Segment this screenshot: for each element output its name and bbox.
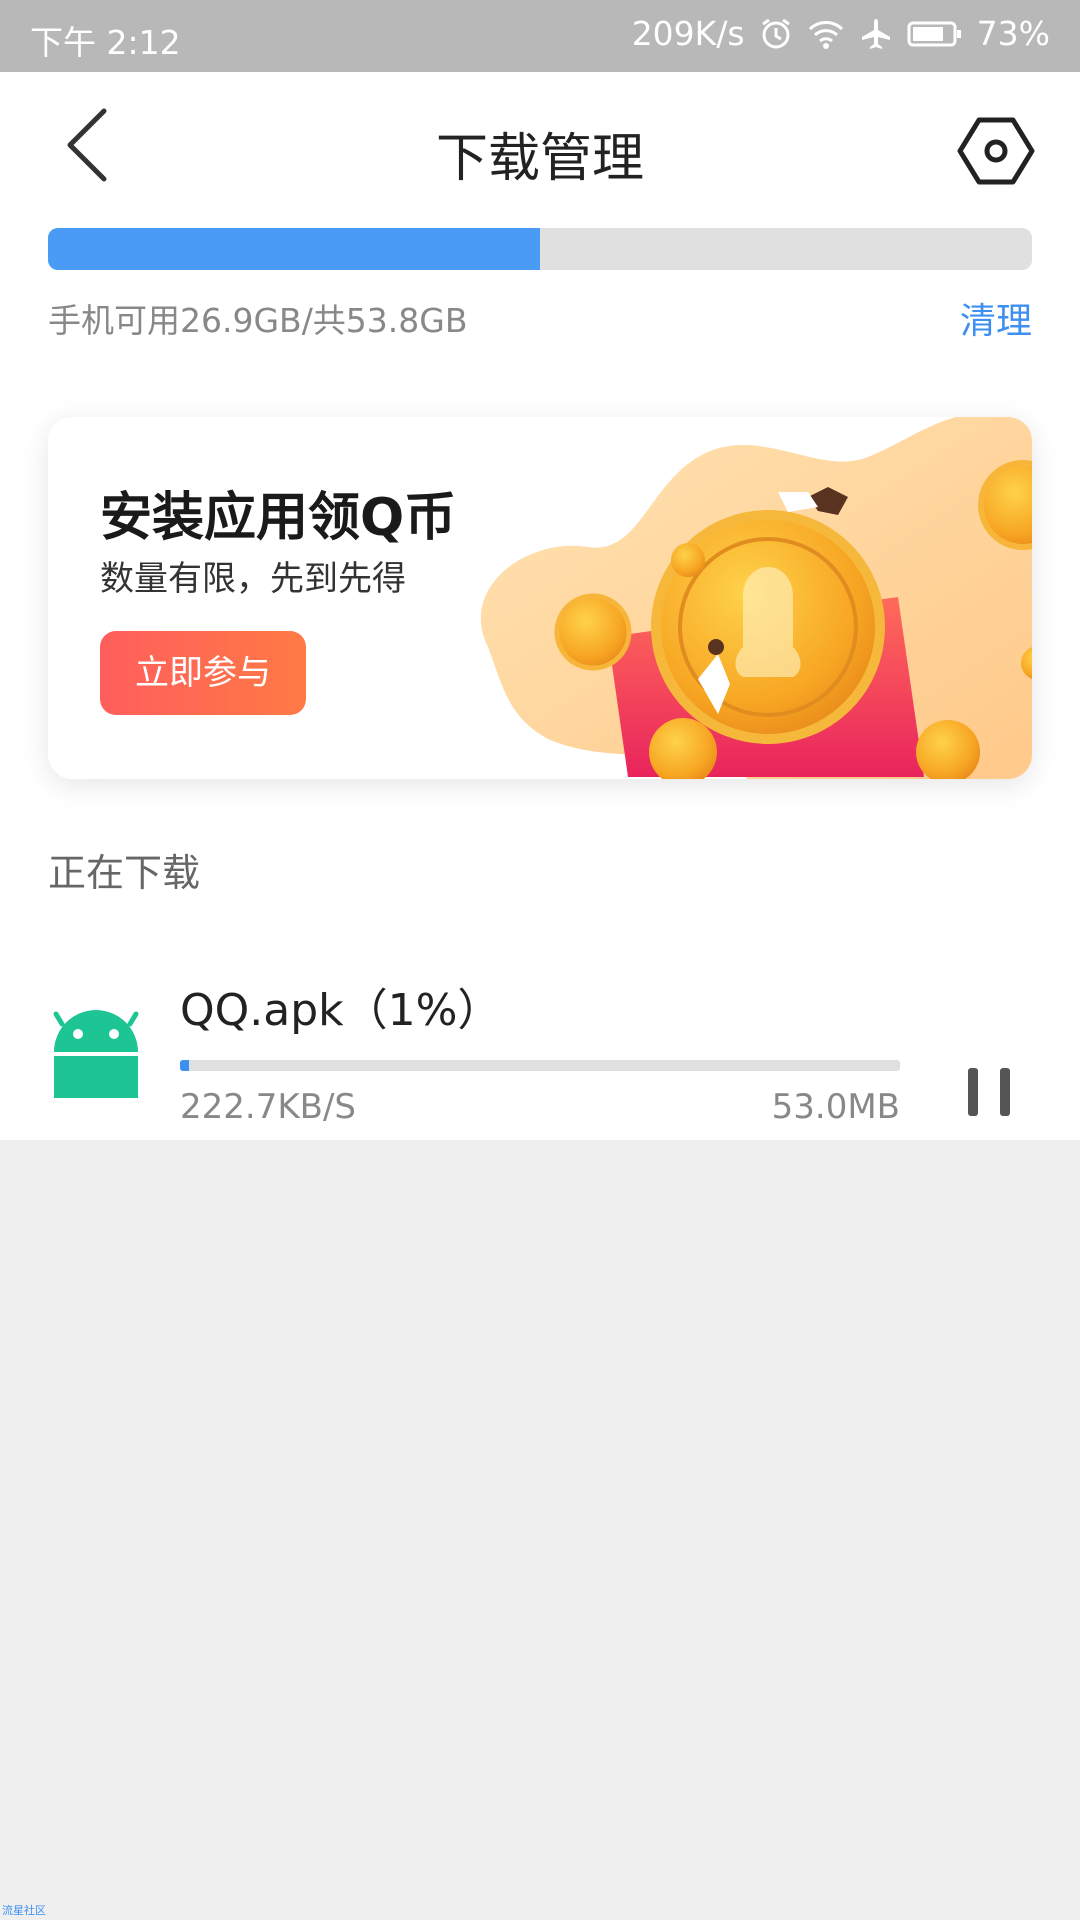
download-progress-bar [180,1060,900,1071]
watermark: 流星社区 [2,1904,46,1917]
banner-title: 安装应用领Q币 [100,488,457,548]
download-size: 53.0MB [771,1087,900,1127]
wifi-icon [807,18,845,50]
battery-percent: 73% [976,14,1050,53]
section-title-downloading: 正在下载 [48,851,201,895]
status-bar: 下午 2:12 209K/s 73% [0,0,1080,72]
battery-icon [907,20,963,48]
join-button[interactable]: 立即参与 [100,631,306,715]
pause-icon-bar-right [1000,1068,1010,1116]
download-speed: 222.7KB/S [180,1087,356,1127]
page-title: 下载管理 [435,129,644,189]
android-icon [53,1010,139,1098]
pause-icon-bar-left [968,1068,978,1116]
storage-bar [48,228,1032,270]
promo-banner[interactable]: 安装应用领Q币 数量有限，先到先得 立即参与 [48,417,1032,779]
download-item[interactable]: QQ.apk（1%） 222.7KB/S 53.0MB [0,952,1080,1127]
download-progress-fill [180,1060,189,1071]
status-right: 209K/s 73% [632,14,1050,53]
storage-text: 手机可用26.9GB/共53.8GB [48,301,468,340]
alarm-icon [759,17,793,51]
main-panel: 下载管理 手机可用26.9GB/共53.8GB 清理 安装应用领Q币 数量有限，… [0,72,1080,1140]
pause-button[interactable] [958,1060,1020,1122]
net-speed: 209K/s [631,14,745,53]
airplane-icon [859,17,893,51]
storage-used-fill [48,228,540,270]
settings-button[interactable] [955,110,1037,192]
banner-illustration [481,417,1032,779]
clean-button[interactable]: 清理 [960,292,1032,344]
hexagon-settings-icon [957,117,1035,185]
status-time: 下午 2:12 [30,23,181,62]
banner-subtitle: 数量有限，先到先得 [100,559,406,599]
download-file-name: QQ.apk（1%） [180,985,502,1036]
